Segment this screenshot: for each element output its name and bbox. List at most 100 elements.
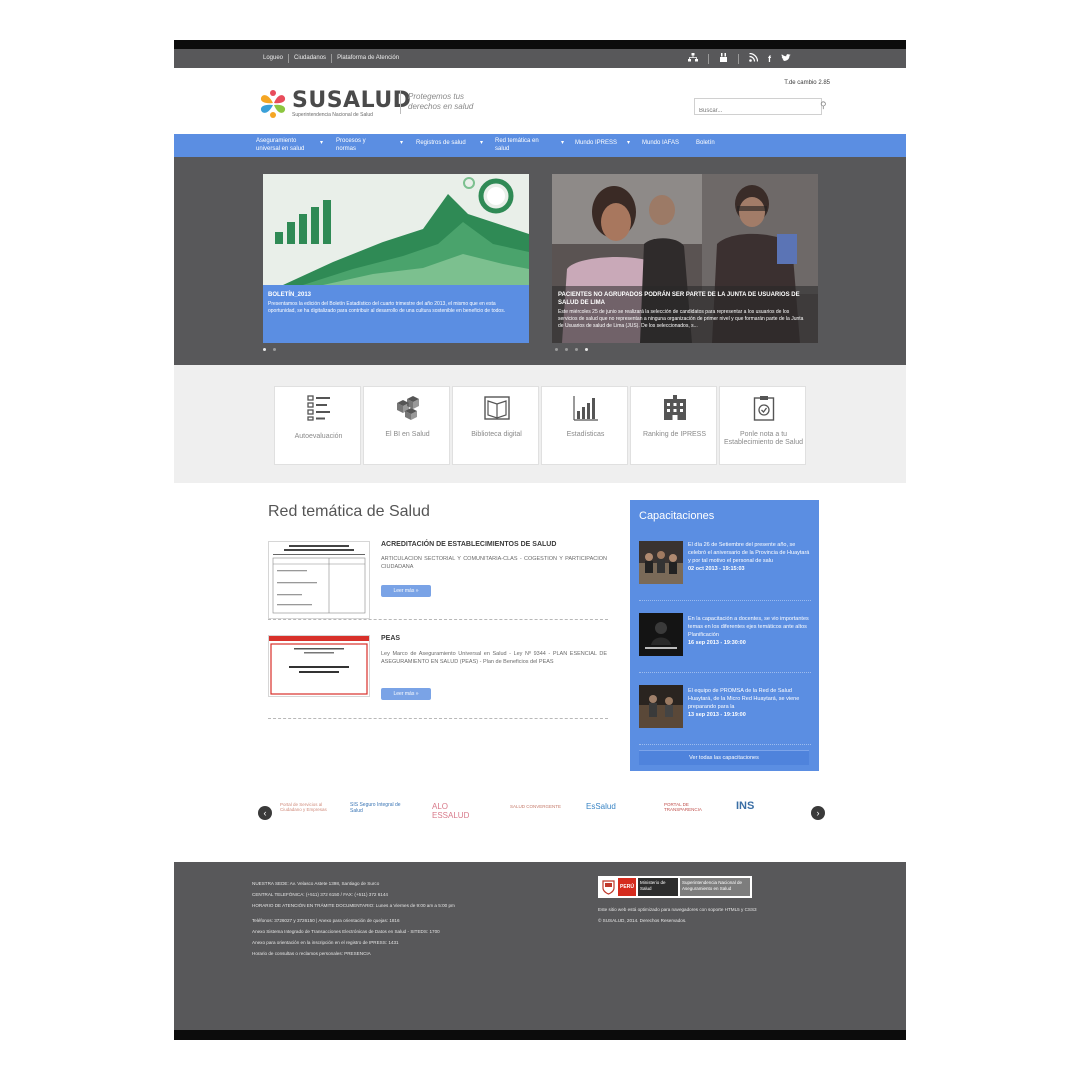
tile-autoevaluacion[interactable]: Autoevaluación: [274, 386, 361, 465]
slide-title[interactable]: PACIENTES NO AGRUPADOS PODRÁN SER PARTE …: [558, 291, 810, 307]
site-header: SUSALUD Superintendencia Nacional de Sal…: [174, 68, 906, 134]
slider-dot[interactable]: [585, 348, 588, 351]
capacitacion-divider: [639, 600, 811, 601]
partner-logo-text: SIS Seguro Integral de Salud: [350, 802, 401, 814]
chevron-down-icon: ▾: [400, 140, 404, 146]
nav-label: Mundo IPRESS: [575, 140, 618, 146]
partner-logo[interactable]: EsSalud: [586, 802, 640, 811]
nav-red-tematica[interactable]: Red temática en salud: [495, 137, 553, 153]
browser-page: Logueo Ciudadanos Plataforma de Atención…: [174, 40, 906, 1040]
capacitacion-item[interactable]: El día 26 de Setiembre del presente año,…: [688, 541, 810, 573]
partner-logo[interactable]: SALUD CONVERGENTE: [510, 802, 566, 811]
rss-icon[interactable]: [749, 52, 759, 64]
chevron-down-icon: ▾: [480, 140, 484, 146]
nav-registros[interactable]: Registros de salud: [416, 139, 466, 147]
slider-dot[interactable]: [273, 348, 276, 351]
nav-label: Registros de salud: [416, 140, 466, 146]
brand-name[interactable]: SUSALUD: [292, 88, 411, 113]
read-more-button[interactable]: Leer más »: [381, 585, 431, 597]
brand-subtitle: Superintendencia Nacional de Salud: [292, 112, 373, 118]
hospital-icon: [631, 395, 718, 421]
chevron-down-icon: ▾: [561, 140, 565, 146]
slider-dot[interactable]: [565, 348, 568, 351]
partner-logo[interactable]: SIS Seguro Integral de Salud: [350, 802, 414, 814]
footer-hours: HORARIO DE ATENCIÓN EN TRÁMITE DOCUMENTA…: [252, 903, 455, 908]
chevron-down-icon: ▾: [320, 140, 324, 146]
partner-logo[interactable]: PORTAL DE TRANSPARENCIA: [664, 802, 718, 812]
capacitacion-date: 13 sep 2013 - 19:19:00: [688, 712, 746, 718]
susalud-logo-icon[interactable]: [258, 89, 288, 119]
read-more-button[interactable]: Leer más »: [381, 688, 431, 700]
nav-aseguramiento[interactable]: Aseguramiento universal en salud: [256, 137, 320, 153]
article-thumbnail[interactable]: [268, 635, 370, 697]
slider-dots-right: [555, 348, 588, 351]
chevron-left-icon[interactable]: ‹: [258, 806, 272, 820]
gov-logo-bar[interactable]: PERÚ Ministerio de Salud Superintendenci…: [598, 876, 752, 898]
slider-dot[interactable]: [555, 348, 558, 351]
slider-dot[interactable]: [263, 348, 266, 351]
nav-mundo-iafas[interactable]: Mundo IAFAS: [642, 139, 679, 147]
link-plataforma-atencion[interactable]: Plataforma de Atención: [332, 54, 404, 63]
partner-logo[interactable]: Portal de Servicios al Ciudadano y Empre…: [280, 802, 336, 812]
link-logueo[interactable]: Logueo: [258, 54, 290, 63]
red-tematica-title: Red temática de Salud: [268, 503, 430, 520]
social-divider: [738, 53, 739, 64]
nav-mundo-ipress[interactable]: Mundo IPRESS: [575, 139, 617, 147]
facebook-icon[interactable]: f: [768, 54, 771, 64]
capacitacion-item[interactable]: En la capacitación a docentes, se vio im…: [688, 615, 810, 647]
slide-title[interactable]: BOLETÍN_2013: [268, 292, 311, 298]
partner-logo[interactable]: ALO ESSALUD: [432, 802, 482, 820]
nav-procesos[interactable]: Procesos y normas: [336, 137, 380, 153]
capacitacion-date: 16 sep 2013 - 19:30:00: [688, 640, 746, 646]
quick-links-section: Autoevaluación El BI en Salud Biblioteca…: [174, 365, 906, 483]
capacitacion-thumbnail[interactable]: [639, 685, 683, 728]
social-divider: [708, 53, 709, 64]
footer-line: Anexo Sistema Integrado de Transacciones…: [252, 929, 440, 934]
capacitacion-text: El día 26 de Setiembre del presente año,…: [688, 542, 810, 564]
nav-label: Red temática en salud: [495, 138, 539, 152]
clipboard-icon: [720, 395, 807, 421]
article-divider: [268, 718, 608, 719]
exchange-rate: T.de cambio 2.85: [784, 80, 830, 86]
article-title[interactable]: PEAS: [381, 635, 400, 642]
sitemap-icon[interactable]: [688, 53, 698, 64]
top-black-bar: [174, 40, 906, 49]
tile-estadisticas[interactable]: Estadísticas: [541, 386, 628, 465]
partners-carousel: ‹ Portal de Servicios al Ciudadano y Emp…: [174, 792, 906, 836]
tile-biblioteca-digital[interactable]: Biblioteca digital: [452, 386, 539, 465]
article-title[interactable]: ACREDITACIÓN DE ESTABLECIMIENTOS DE SALU…: [381, 541, 556, 548]
footer-line: Anexo para orientación en la inscripción…: [252, 940, 399, 945]
chevron-right-icon[interactable]: ›: [811, 806, 825, 820]
bar-chart-icon: [542, 395, 629, 421]
nav-label: Mundo IAFAS: [642, 140, 680, 146]
gov-ministerio: Ministerio de Salud: [638, 878, 678, 896]
slide-boletin[interactable]: BOLETÍN_2013 Presentamos la edición del …: [263, 174, 529, 343]
slide-pacientes[interactable]: PACIENTES NO AGRUPADOS PODRÁN SER PARTE …: [552, 174, 818, 343]
capacitacion-text: El equipo de PROMSA de la Red de Salud H…: [688, 688, 800, 710]
search-icon[interactable]: ⚲: [820, 100, 827, 111]
tile-label: Ranking de IPRESS: [642, 431, 707, 438]
checklist-icon: [275, 395, 362, 421]
tile-ponle-nota[interactable]: Ponle nota a tu Establecimiento de Salud: [719, 386, 806, 465]
partner-logo[interactable]: INS: [736, 801, 792, 812]
slider-dot[interactable]: [575, 348, 578, 351]
nav-boletin[interactable]: Boletín: [696, 139, 715, 147]
capacitacion-thumbnail[interactable]: [639, 613, 683, 656]
boletin-chart-image: [263, 174, 529, 285]
youtube-icon[interactable]: [719, 53, 728, 64]
top-utility-bar: Logueo Ciudadanos Plataforma de Atención…: [174, 49, 906, 68]
site-footer: NUESTRA SEDE: Av. Velasco Astete 1398, S…: [174, 862, 906, 1030]
capacitaciones-title: Capacitaciones: [639, 510, 715, 522]
tile-label: El BI en Salud: [385, 431, 430, 438]
search-input[interactable]: [695, 104, 813, 118]
book-icon: [453, 395, 540, 421]
see-all-capacitaciones-button[interactable]: Ver todas las capacitaciones: [639, 750, 809, 765]
twitter-icon[interactable]: [781, 53, 791, 64]
capacitacion-item[interactable]: El equipo de PROMSA de la Red de Salud H…: [688, 687, 810, 719]
tile-bi-salud[interactable]: El BI en Salud: [363, 386, 450, 465]
tile-ranking-ipress[interactable]: Ranking de IPRESS: [630, 386, 717, 465]
capacitacion-thumbnail[interactable]: [639, 541, 683, 584]
hero-section: BOLETÍN_2013 Presentamos la edición del …: [174, 157, 906, 365]
link-ciudadanos[interactable]: Ciudadanos: [289, 54, 333, 63]
article-thumbnail[interactable]: [268, 541, 370, 619]
